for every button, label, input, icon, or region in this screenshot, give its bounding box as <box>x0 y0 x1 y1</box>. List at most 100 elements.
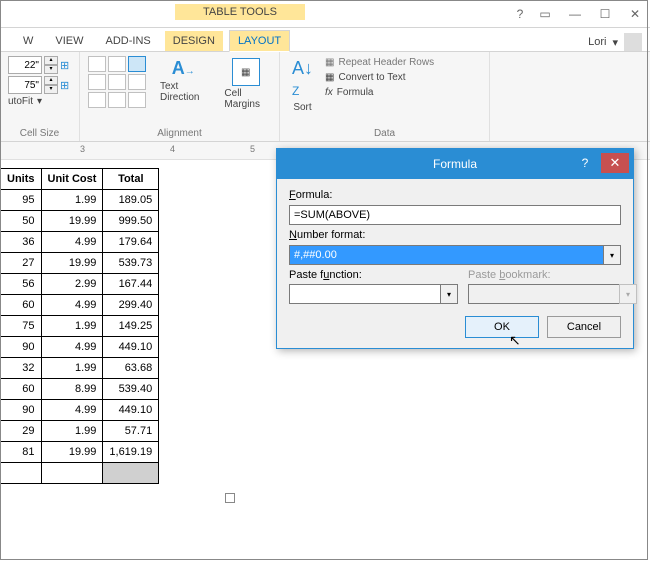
table-row[interactable]: 364.99179.64 <box>1 232 159 253</box>
table-row[interactable]: 5019.99999.50 <box>1 211 159 232</box>
table-cell[interactable]: 36 <box>1 232 42 253</box>
table-cell[interactable]: 19.99 <box>41 211 103 232</box>
table-cell[interactable]: 90 <box>1 337 42 358</box>
data-table[interactable]: Units Unit Cost Total 951.99189.055019.9… <box>0 168 159 484</box>
tab-design[interactable]: DESIGN <box>165 31 223 51</box>
user-menu[interactable]: Lori ▾ <box>588 33 642 51</box>
alignment-picker[interactable] <box>88 56 146 108</box>
table-cell[interactable]: 60 <box>1 295 42 316</box>
table-cell[interactable]: 29 <box>1 421 42 442</box>
table-cell[interactable]: 4.99 <box>41 295 103 316</box>
table-cell[interactable]: 1.99 <box>41 316 103 337</box>
distribute-rows-icon[interactable]: ⊞ <box>60 59 69 72</box>
width-up[interactable]: ▴ <box>44 76 58 85</box>
number-format-dropdown[interactable]: ▾ <box>603 245 621 265</box>
close-icon[interactable]: ✕ <box>620 3 650 25</box>
table-cell[interactable]: 189.05 <box>103 190 159 211</box>
cell-margins-icon: ▦ <box>232 58 260 86</box>
table-cell[interactable]: 32 <box>1 358 42 379</box>
tab-layout[interactable]: LAYOUT <box>229 30 290 52</box>
text-direction-button[interactable]: A→ Text Direction <box>156 56 210 105</box>
autofit-button[interactable]: utoFit ▾ <box>8 96 71 107</box>
number-format-input[interactable] <box>289 245 603 265</box>
table-cell[interactable]: 19.99 <box>41 253 103 274</box>
minimize-icon[interactable]: — <box>560 3 590 25</box>
table-cell[interactable]: 1.99 <box>41 421 103 442</box>
cell-margins-button[interactable]: ▦ Cell Margins <box>220 56 271 112</box>
col-total[interactable]: Total <box>103 169 159 190</box>
numfmt-label: Number format: <box>289 229 621 241</box>
table-row[interactable]: 608.99539.40 <box>1 379 159 400</box>
table-cell[interactable]: 539.73 <box>103 253 159 274</box>
sort-button[interactable]: A↓Z Sort <box>288 56 317 115</box>
paste-function-dropdown[interactable]: ▾ <box>440 284 458 304</box>
paste-fn-label: Paste function: <box>289 269 458 281</box>
distribute-cols-icon[interactable]: ⊞ <box>60 79 69 92</box>
height-up[interactable]: ▴ <box>44 56 58 65</box>
table-row[interactable]: 904.99449.10 <box>1 400 159 421</box>
table-cell[interactable]: 56 <box>1 274 42 295</box>
table-cell[interactable]: 19.99 <box>41 442 103 463</box>
dialog-help-icon[interactable]: ? <box>571 153 599 173</box>
help-icon[interactable]: ? <box>510 3 530 25</box>
table-row[interactable]: 951.99189.05 <box>1 190 159 211</box>
table-cell[interactable]: 1.99 <box>41 358 103 379</box>
table-cell[interactable]: 57.71 <box>103 421 159 442</box>
paste-function-input[interactable] <box>289 284 440 304</box>
table-cell[interactable]: 2.99 <box>41 274 103 295</box>
table-cell[interactable]: 167.44 <box>103 274 159 295</box>
empty-cell[interactable] <box>1 463 42 484</box>
table-cell[interactable]: 75 <box>1 316 42 337</box>
table-row[interactable]: 2719.99539.73 <box>1 253 159 274</box>
table-cell[interactable]: 179.64 <box>103 232 159 253</box>
table-cell[interactable]: 1,619.19 <box>103 442 159 463</box>
row-height-input[interactable] <box>8 56 42 74</box>
dialog-close-icon[interactable]: ✕ <box>601 153 629 173</box>
table-cell[interactable]: 60 <box>1 379 42 400</box>
table-cell[interactable]: 90 <box>1 400 42 421</box>
table-cell[interactable]: 1.99 <box>41 190 103 211</box>
table-row[interactable]: 604.99299.40 <box>1 295 159 316</box>
col-width-input[interactable] <box>8 76 42 94</box>
table-cell[interactable]: 149.25 <box>103 316 159 337</box>
table-row[interactable]: 291.9957.71 <box>1 421 159 442</box>
col-unitcost[interactable]: Unit Cost <box>41 169 103 190</box>
table-row[interactable]: 751.99149.25 <box>1 316 159 337</box>
ribbon-options-icon[interactable]: ▭ <box>530 3 560 25</box>
cancel-button[interactable]: Cancel <box>547 316 621 338</box>
dialog-titlebar[interactable]: Formula ? ✕ <box>277 149 633 179</box>
formula-cell[interactable] <box>103 463 159 484</box>
table-cell[interactable]: 4.99 <box>41 400 103 421</box>
table-resize-handle[interactable] <box>225 493 235 503</box>
width-down[interactable]: ▾ <box>44 85 58 94</box>
col-units[interactable]: Units <box>1 169 42 190</box>
ok-button[interactable]: OK <box>465 316 539 338</box>
convert-text-button[interactable]: ▦Convert to Text <box>325 71 434 84</box>
table-cell[interactable]: 999.50 <box>103 211 159 232</box>
table-cell[interactable]: 4.99 <box>41 232 103 253</box>
table-cell[interactable]: 449.10 <box>103 337 159 358</box>
table-row[interactable]: 904.99449.10 <box>1 337 159 358</box>
empty-cell[interactable] <box>41 463 103 484</box>
tab-partial[interactable]: W <box>15 31 41 51</box>
table-cell[interactable]: 95 <box>1 190 42 211</box>
formula-dialog: Formula ? ✕ Formula: Number format: ▾ Pa… <box>276 148 634 349</box>
tab-addins[interactable]: ADD-INS <box>98 31 159 51</box>
formula-input[interactable] <box>289 205 621 225</box>
table-cell[interactable]: 299.40 <box>103 295 159 316</box>
maximize-icon[interactable]: ☐ <box>590 3 620 25</box>
table-row[interactable]: 321.9963.68 <box>1 358 159 379</box>
table-cell[interactable]: 8.99 <box>41 379 103 400</box>
formula-button[interactable]: fxFormula <box>325 86 434 99</box>
table-cell[interactable]: 63.68 <box>103 358 159 379</box>
table-cell[interactable]: 4.99 <box>41 337 103 358</box>
table-cell[interactable]: 27 <box>1 253 42 274</box>
table-cell[interactable]: 539.40 <box>103 379 159 400</box>
height-down[interactable]: ▾ <box>44 65 58 74</box>
table-cell[interactable]: 50 <box>1 211 42 232</box>
tab-view[interactable]: View <box>47 31 91 51</box>
table-row[interactable]: 8119.991,619.19 <box>1 442 159 463</box>
table-cell[interactable]: 81 <box>1 442 42 463</box>
table-cell[interactable]: 449.10 <box>103 400 159 421</box>
table-row[interactable]: 562.99167.44 <box>1 274 159 295</box>
